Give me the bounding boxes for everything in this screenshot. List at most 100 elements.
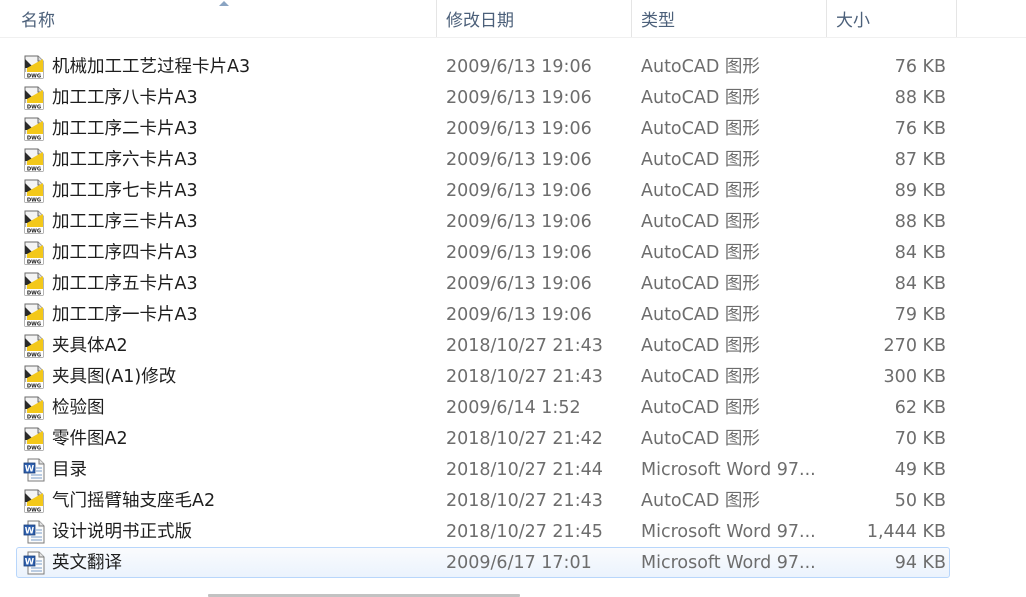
file-row[interactable]: W 目录 2018/10/27 21:44 Microsoft Word 97... 4… — [16, 454, 950, 485]
file-type: Microsoft Word 97... — [641, 460, 816, 480]
dwg-icon-label: DWG — [27, 290, 41, 296]
column-header-type[interactable]: 类型 — [632, 0, 827, 37]
dwg-icon-label: DWG — [27, 73, 41, 79]
file-size: 89 KB — [894, 181, 946, 201]
file-row[interactable]: DWG 夹具体A2 2018/10/27 21:43 AutoCAD 图形 270 KB — [16, 330, 950, 361]
file-size: 79 KB — [894, 305, 946, 325]
file-name: 设计说明书正式版 — [52, 522, 192, 542]
file-date-modified: 2018/10/27 21:43 — [446, 491, 603, 511]
dwg-file-icon: DWG — [24, 427, 44, 451]
file-date-modified: 2018/10/27 21:42 — [446, 429, 603, 449]
file-row[interactable]: DWG 机械加工工艺过程卡片A3 2009/6/13 19:06 AutoCAD 图形… — [16, 51, 950, 82]
column-header: 名称 修改日期 类型 大小 — [0, 0, 1026, 38]
column-header-date-modified[interactable]: 修改日期 — [437, 0, 632, 37]
dwg-file-icon: DWG — [24, 334, 44, 358]
file-row[interactable]: DWG 加工工序二卡片A3 2009/6/13 19:06 AutoCAD 图形 76 … — [16, 113, 950, 144]
file-type: AutoCAD 图形 — [641, 336, 760, 356]
dwg-icon-label: DWG — [27, 445, 41, 451]
file-row[interactable]: DWG 加工工序六卡片A3 2009/6/13 19:06 AutoCAD 图形 87 … — [16, 144, 950, 175]
dwg-file-icon: DWG — [24, 365, 44, 389]
dwg-file-icon: DWG — [24, 241, 44, 265]
file-row[interactable]: W 设计说明书正式版 2018/10/27 21:45 Microsoft Word … — [16, 516, 950, 547]
file-size: 84 KB — [894, 243, 946, 263]
file-date-modified: 2018/10/27 21:44 — [446, 460, 603, 480]
dwg-file-icon: DWG — [24, 210, 44, 234]
dwg-file-icon: DWG — [24, 148, 44, 172]
dwg-icon-label: DWG — [27, 228, 41, 234]
dwg-icon-label: DWG — [27, 135, 41, 141]
file-type: AutoCAD 图形 — [641, 367, 760, 387]
dwg-file-icon: DWG — [24, 179, 44, 203]
word-icon-label: W — [25, 557, 35, 567]
file-size: 300 KB — [883, 367, 946, 387]
file-type: AutoCAD 图形 — [641, 88, 760, 108]
file-size: 88 KB — [894, 88, 946, 108]
file-date-modified: 2009/6/13 19:06 — [446, 274, 592, 294]
file-row[interactable]: DWG 零件图A2 2018/10/27 21:42 AutoCAD 图形 70 KB — [16, 423, 950, 454]
file-row[interactable]: DWG 加工工序五卡片A3 2009/6/13 19:06 AutoCAD 图形 84 … — [16, 268, 950, 299]
file-type: AutoCAD 图形 — [641, 491, 760, 511]
dwg-icon-label: DWG — [27, 507, 41, 513]
file-name: 机械加工工艺过程卡片A3 — [52, 57, 251, 77]
dwg-icon-label: DWG — [27, 352, 41, 358]
dwg-icon-label: DWG — [27, 104, 41, 110]
file-type: AutoCAD 图形 — [641, 57, 760, 77]
column-header-name[interactable]: 名称 — [12, 0, 437, 37]
file-name: 检验图 — [52, 398, 105, 418]
file-date-modified: 2009/6/13 19:06 — [446, 88, 592, 108]
file-row[interactable]: DWG 加工工序三卡片A3 2009/6/13 19:06 AutoCAD 图形 88 … — [16, 206, 950, 237]
file-type: Microsoft Word 97... — [641, 553, 816, 573]
file-size: 94 KB — [894, 553, 946, 573]
file-date-modified: 2009/6/14 1:52 — [446, 398, 581, 418]
file-date-modified: 2018/10/27 21:43 — [446, 336, 603, 356]
file-name: 零件图A2 — [52, 429, 128, 449]
dwg-icon-label: DWG — [27, 197, 41, 203]
dwg-icon-label: DWG — [27, 383, 41, 389]
file-row[interactable]: DWG 夹具图(A1)修改 2018/10/27 21:43 AutoCAD 图形 30… — [16, 361, 950, 392]
word-icon-label: W — [25, 464, 35, 474]
file-row[interactable]: DWG 检验图 2009/6/14 1:52 AutoCAD 图形 62 KB — [16, 392, 950, 423]
file-row[interactable]: DWG 加工工序四卡片A3 2009/6/13 19:06 AutoCAD 图形 84 … — [16, 237, 950, 268]
file-name: 夹具体A2 — [52, 336, 128, 356]
file-size: 50 KB — [894, 491, 946, 511]
file-date-modified: 2018/10/27 21:45 — [446, 522, 603, 542]
file-size: 76 KB — [894, 119, 946, 139]
column-header-size[interactable]: 大小 — [827, 0, 957, 37]
file-type: AutoCAD 图形 — [641, 243, 760, 263]
file-type: AutoCAD 图形 — [641, 305, 760, 325]
dwg-file-icon: DWG — [24, 86, 44, 110]
file-explorer: 名称 修改日期 类型 大小 DWG 机械加工工艺过程卡片A3 2009/6/13 1… — [0, 0, 1026, 597]
file-size: 87 KB — [894, 150, 946, 170]
dwg-file-icon: DWG — [24, 489, 44, 513]
file-row[interactable]: DWG 气门摇臂轴支座毛A2 2018/10/27 21:43 AutoCAD 图形 5… — [16, 485, 950, 516]
file-row[interactable]: DWG 加工工序七卡片A3 2009/6/13 19:06 AutoCAD 图形 89 … — [16, 175, 950, 206]
file-name: 加工工序八卡片A3 — [52, 88, 198, 108]
file-type: Microsoft Word 97... — [641, 522, 816, 542]
dwg-file-icon: DWG — [24, 272, 44, 296]
file-name: 夹具图(A1)修改 — [52, 367, 177, 387]
file-type: AutoCAD 图形 — [641, 150, 760, 170]
word-icon-label: W — [25, 526, 35, 536]
file-name: 加工工序七卡片A3 — [52, 181, 198, 201]
dwg-icon-label: DWG — [27, 321, 41, 327]
file-name: 目录 — [52, 460, 87, 480]
word-doc-icon: W — [23, 551, 45, 575]
dwg-file-icon: DWG — [24, 117, 44, 141]
file-date-modified: 2009/6/13 19:06 — [446, 57, 592, 77]
file-list: DWG 机械加工工艺过程卡片A3 2009/6/13 19:06 AutoCAD 图形… — [0, 51, 1026, 578]
file-type: AutoCAD 图形 — [641, 398, 760, 418]
file-row[interactable]: DWG 加工工序八卡片A3 2009/6/13 19:06 AutoCAD 图形 88 … — [16, 82, 950, 113]
file-size: 70 KB — [894, 429, 946, 449]
file-type: AutoCAD 图形 — [641, 429, 760, 449]
dwg-file-icon: DWG — [24, 55, 44, 79]
dwg-icon-label: DWG — [27, 259, 41, 265]
file-size: 84 KB — [894, 274, 946, 294]
dwg-icon-label: DWG — [27, 414, 41, 420]
file-type: AutoCAD 图形 — [641, 212, 760, 232]
file-row[interactable]: W 英文翻译 2009/6/17 17:01 Microsoft Word 97...… — [16, 547, 950, 578]
file-name: 气门摇臂轴支座毛A2 — [52, 491, 216, 511]
file-size: 62 KB — [894, 398, 946, 418]
file-row[interactable]: DWG 加工工序一卡片A3 2009/6/13 19:06 AutoCAD 图形 79 … — [16, 299, 950, 330]
file-name: 加工工序三卡片A3 — [52, 212, 198, 232]
file-type: AutoCAD 图形 — [641, 181, 760, 201]
